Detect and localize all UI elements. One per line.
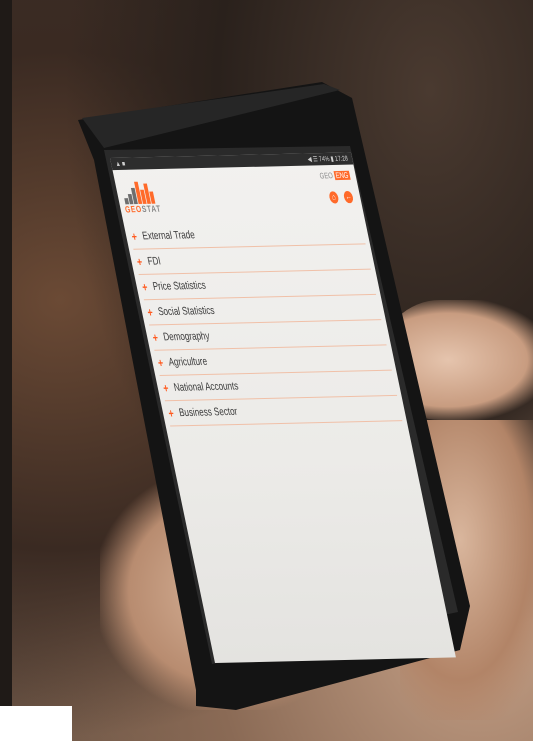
menu-item-label: Social Statistics bbox=[156, 304, 216, 319]
lang-eng[interactable]: ENG bbox=[333, 170, 351, 181]
home-icon[interactable]: ⌂ bbox=[328, 191, 340, 204]
plus-icon: + bbox=[151, 330, 160, 345]
lang-geo[interactable]: GEO bbox=[319, 171, 334, 180]
plus-icon: + bbox=[161, 380, 170, 396]
plus-icon: + bbox=[156, 355, 165, 370]
language-switcher: GEO ENG bbox=[319, 170, 351, 181]
plus-icon: + bbox=[130, 229, 139, 244]
screen-wrap: ▲ ■ ◀ ☰ 74% ▮ 17:28 GEOSTAT GEO ENG ⌂ ← … bbox=[0, 0, 539, 741]
plus-icon: + bbox=[146, 305, 155, 320]
plus-icon: + bbox=[167, 406, 176, 421]
back-icon[interactable]: ← bbox=[342, 190, 355, 204]
right-border bbox=[533, 0, 539, 741]
plus-icon: + bbox=[140, 279, 149, 295]
menu-item-business-sector[interactable]: + Business Sector bbox=[164, 395, 403, 427]
menu-item-label: National Accounts bbox=[172, 380, 240, 394]
geostat-logo[interactable]: GEOSTAT bbox=[119, 177, 170, 214]
bottom-border bbox=[0, 706, 72, 741]
menu-item-label: Agriculture bbox=[167, 355, 209, 369]
app-header: GEOSTAT GEO ENG ⌂ ← bbox=[113, 167, 363, 217]
header-icons: ⌂ ← bbox=[328, 190, 355, 204]
status-left: ▲ ■ bbox=[114, 160, 126, 168]
menu-item-label: Demography bbox=[162, 330, 211, 344]
phone-screen: ▲ ■ ◀ ☰ 74% ▮ 17:28 GEOSTAT GEO ENG ⌂ ← … bbox=[110, 152, 456, 663]
menu-item-label: Price Statistics bbox=[151, 279, 207, 293]
menu-item-label: External Trade bbox=[141, 229, 196, 243]
menu-item-label: FDI bbox=[146, 255, 162, 268]
logo-stat: STAT bbox=[140, 203, 163, 215]
menu-item-label: Business Sector bbox=[177, 405, 239, 420]
logo-geo: GEO bbox=[124, 203, 143, 215]
logo-text: GEOSTAT bbox=[124, 204, 162, 215]
category-menu: + External Trade + FDI + Price Statistic… bbox=[128, 219, 403, 427]
status-right: ◀ ☰ 74% ▮ 17:28 bbox=[307, 155, 349, 164]
plus-icon: + bbox=[135, 254, 144, 269]
